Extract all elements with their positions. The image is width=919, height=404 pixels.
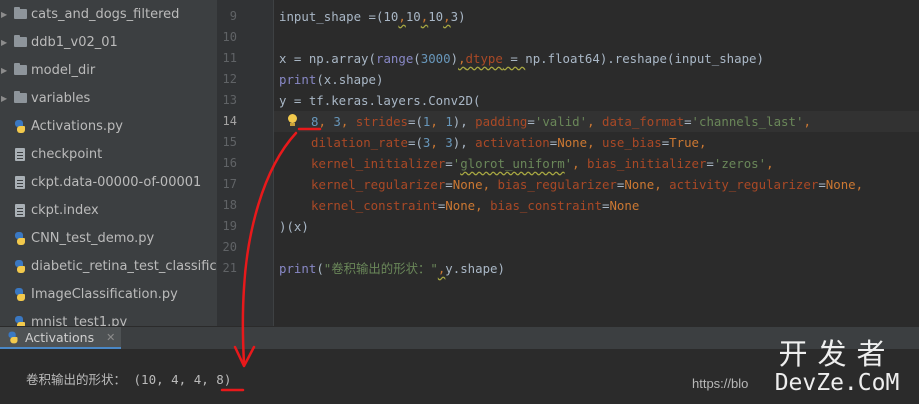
code-line-11: x = np.array(range(3000),dtype = np.floa… — [279, 51, 764, 66]
project-tree: ▶ cats_and_dogs_filtered ▶ ddb1_v02_01 ▶… — [0, 0, 217, 326]
line-number: 13 — [222, 93, 237, 107]
code-line-13: y = tf.keras.layers.Conv2D( — [279, 93, 481, 108]
tree-item-label: diabetic_retina_test_classification — [31, 258, 217, 274]
close-icon[interactable]: ✕ — [106, 331, 115, 344]
python-file-icon — [13, 119, 27, 133]
tree-item-label: ImageClassification.py — [31, 286, 178, 302]
tree-item-ckpt-index[interactable]: ckpt.index — [0, 196, 217, 224]
code-line-21: print("卷积输出的形状：",y.shape) — [279, 261, 505, 276]
tree-item-diabetic-retina[interactable]: diabetic_retina_test_classification — [0, 252, 217, 280]
python-file-icon — [13, 231, 27, 245]
code-line-18: kernel_constraint=None, bias_constraint=… — [311, 198, 640, 213]
chevron-right-icon[interactable]: ▶ — [1, 10, 7, 19]
chevron-right-icon[interactable]: ▶ — [1, 66, 7, 75]
line-number: 11 — [222, 51, 237, 65]
chevron-right-icon[interactable]: ▶ — [1, 94, 7, 103]
watermark-url: https://blo — [692, 376, 749, 391]
tree-item-model-dir[interactable]: ▶ model_dir — [0, 56, 217, 84]
tree-item-label: ckpt.data-00000-of-00001 — [31, 174, 202, 190]
tree-item-activations-py[interactable]: Activations.py — [0, 112, 217, 140]
tree-item-label: ckpt.index — [31, 202, 99, 218]
tree-item-label: Activations.py — [31, 118, 123, 134]
line-number: 12 — [222, 72, 237, 86]
python-file-icon — [13, 287, 27, 301]
run-tab-label: Activations — [25, 329, 95, 345]
folder-icon — [13, 91, 27, 105]
tree-item-label: model_dir — [31, 62, 96, 78]
text-file-icon — [13, 175, 27, 189]
tree-item-imageclassification-py[interactable]: ImageClassification.py — [0, 280, 217, 308]
line-number: 17 — [222, 177, 237, 191]
line-number: 9 — [229, 9, 237, 23]
line-number: 16 — [222, 156, 237, 170]
chevron-right-icon[interactable]: ▶ — [1, 38, 7, 47]
python-file-icon — [13, 259, 27, 273]
code-line-19: )(x) — [279, 219, 309, 234]
lightbulb-icon[interactable] — [287, 114, 297, 128]
line-number: 10 — [222, 30, 237, 44]
tree-item-label: checkpoint — [31, 146, 103, 162]
tree-item-mnist-test1-py[interactable]: mnist_test1.py — [0, 308, 217, 326]
python-file-icon — [13, 315, 27, 326]
folder-icon — [13, 7, 27, 21]
tree-item-ckpt-data[interactable]: ckpt.data-00000-of-00001 — [0, 168, 217, 196]
line-number: 21 — [222, 261, 237, 275]
line-number-current: 14 — [222, 114, 237, 128]
folder-icon — [13, 63, 27, 77]
code-line-9: input_shape =(10,10,10,3) — [279, 9, 466, 24]
code-line-16: kernel_initializer='glorot_uniform', bia… — [311, 156, 774, 171]
tree-item-label: CNN_test_demo.py — [31, 230, 155, 246]
text-file-icon — [13, 203, 27, 217]
tree-item-checkpoint[interactable]: checkpoint — [0, 140, 217, 168]
watermark-logo-cn: 开发者 — [778, 337, 896, 371]
line-number: 15 — [222, 135, 237, 149]
tree-item-cnn-test-demo-py[interactable]: CNN_test_demo.py — [0, 224, 217, 252]
code-line-12: print(x.shape) — [279, 72, 384, 87]
folder-icon — [13, 35, 27, 49]
tree-item-ddb1-v02-01[interactable]: ▶ ddb1_v02_01 — [0, 28, 217, 56]
python-run-icon — [8, 331, 19, 343]
line-number: 19 — [222, 219, 237, 233]
code-line-15: dilation_rate=(3, 3), activation=None, u… — [311, 135, 707, 150]
watermark-logo-en: DevZe.CoM — [774, 370, 900, 396]
code-line-14: 8, 3, strides=(1, 1), padding='valid', d… — [311, 114, 811, 129]
tree-item-label: cats_and_dogs_filtered — [31, 6, 180, 22]
line-number: 18 — [222, 198, 237, 212]
tree-item-label: variables — [31, 90, 91, 106]
tree-item-cats-and-dogs-filtered[interactable]: ▶ cats_and_dogs_filtered — [0, 0, 217, 28]
console-output-line: 卷积输出的形状： (10, 4, 4, 8) — [26, 372, 232, 387]
text-file-icon — [13, 147, 27, 161]
tree-item-variables[interactable]: ▶ variables — [0, 84, 217, 112]
watermark-logo: 开发者 DevZe.CoM — [762, 338, 912, 395]
tree-item-label: ddb1_v02_01 — [31, 34, 118, 50]
run-tab-activations[interactable]: Activations ✕ — [0, 327, 122, 349]
code-line-17: kernel_regularizer=None, bias_regularize… — [311, 177, 864, 192]
line-number: 20 — [222, 240, 237, 254]
tree-item-label: mnist_test1.py — [31, 314, 128, 327]
